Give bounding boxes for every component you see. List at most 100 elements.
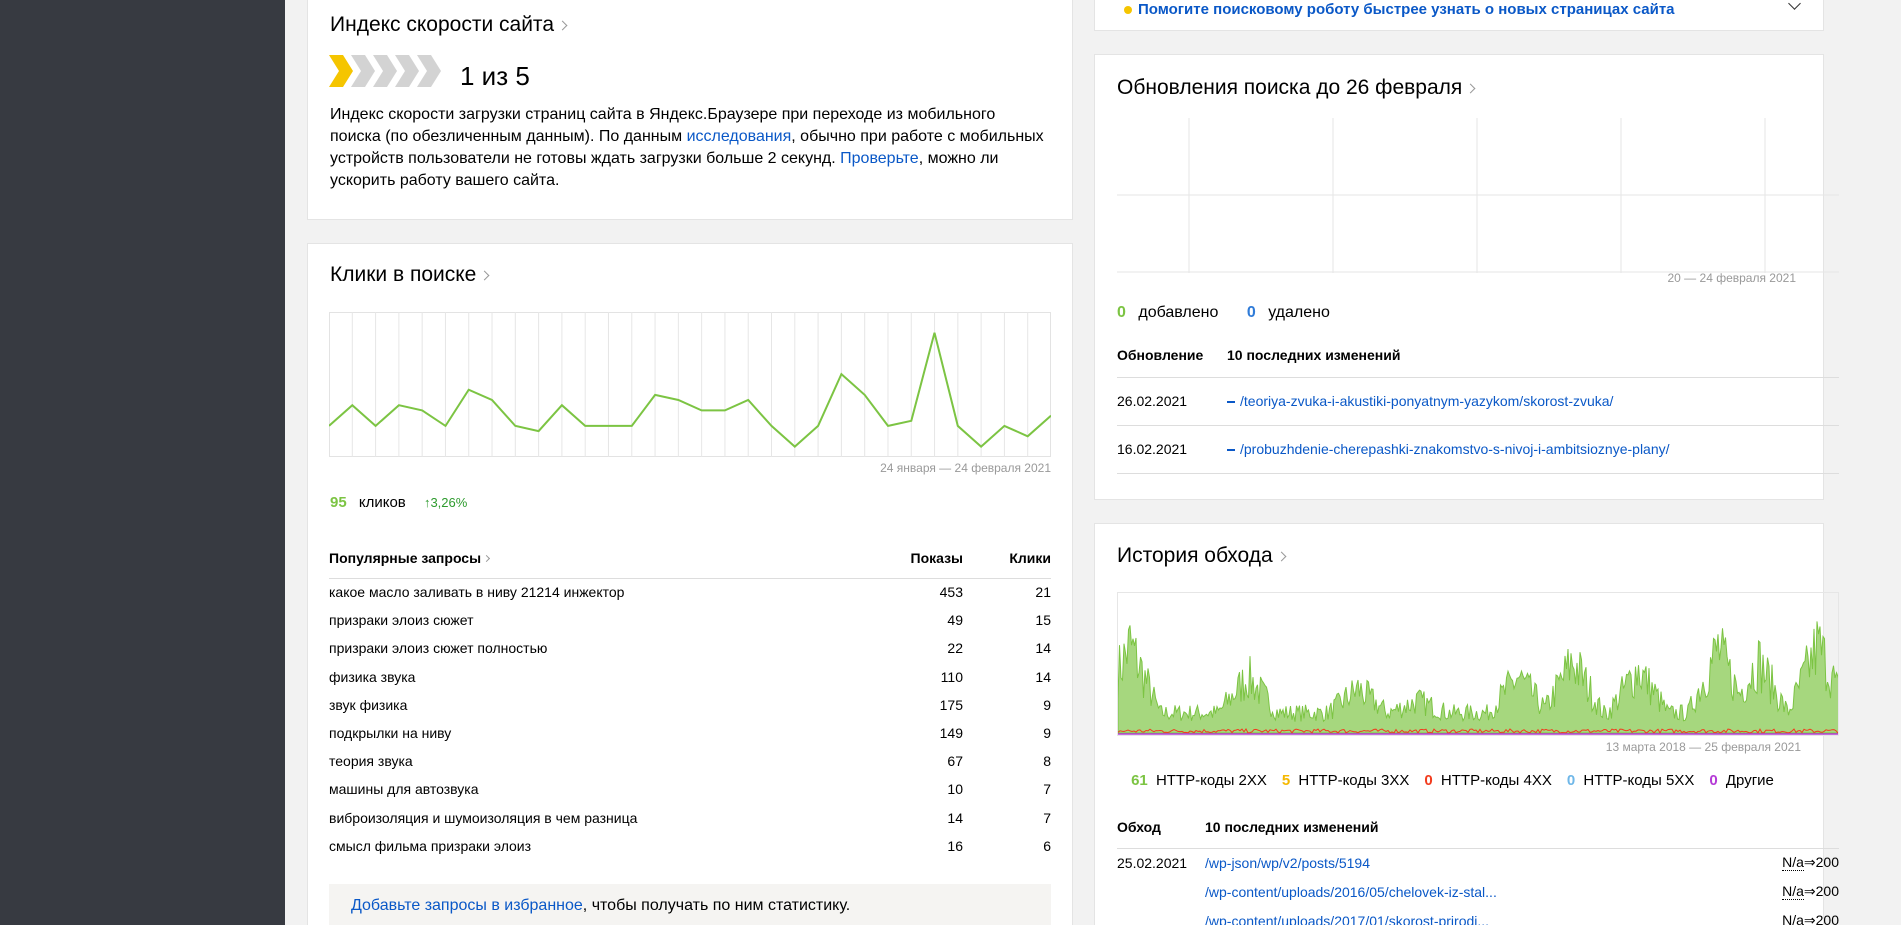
table-row[interactable]: смысл фильма призраки элоиз 16 6: [329, 832, 1051, 860]
speed-arrow-icon: [395, 55, 419, 87]
legend-label: Другие: [1725, 772, 1774, 789]
search-clicks-title[interactable]: Клики в поиске: [330, 263, 490, 287]
crawl-url-link[interactable]: /wp-content/uploads/2016/05/chelovek-iz-…: [1205, 884, 1497, 900]
query-shows: 110: [940, 668, 963, 685]
status-to: 200: [1815, 883, 1839, 899]
table-row[interactable]: какое масло заливать в ниву 21214 инжект…: [329, 578, 1051, 606]
legend-count: 61: [1131, 772, 1148, 789]
favorites-banner: Добавьте запросы в избранное, чтобы полу…: [329, 884, 1051, 925]
table-row[interactable]: виброизоляция и шумоизоляция в чем разни…: [329, 804, 1051, 832]
updates-period: 20 — 24 февраля 2021: [1667, 271, 1797, 285]
update-date-header: Обновление: [1117, 333, 1227, 378]
table-row[interactable]: призраки элоиз сюжет 49 15: [329, 606, 1051, 634]
update-url[interactable]: /teoriya-zvuka-i-akustiki-ponyatnym-yazy…: [1227, 377, 1839, 426]
query-shows: 14: [947, 809, 963, 826]
crawl-url-link[interactable]: /wp-content/uploads/2017/01/skorost-prir…: [1205, 913, 1489, 925]
clicks-change: ↑3,26%: [423, 495, 468, 510]
table-row: /wp-content/uploads/2016/05/chelovek-iz-…: [1117, 877, 1839, 906]
update-url-link[interactable]: /teoriya-zvuka-i-akustiki-ponyatnym-yazy…: [1240, 393, 1613, 409]
search-updates-title[interactable]: Обновления поиска до 26 февраля: [1117, 76, 1476, 100]
crawl-url[interactable]: /wp-content/uploads/2016/05/chelovek-iz-…: [1205, 877, 1736, 906]
chevron-right-icon: [1465, 83, 1476, 94]
query-clicks: 8: [1043, 753, 1051, 770]
crawl-history-title[interactable]: История обхода: [1117, 544, 1287, 568]
table-row: 25.02.2021/wp-json/wp/v2/posts/5194 N/a⇒2…: [1117, 848, 1839, 877]
query-clicks: 9: [1043, 725, 1051, 742]
add-favorites-link[interactable]: Добавьте запросы в избранное: [351, 897, 583, 914]
arrow-right-icon: ⇒: [1803, 883, 1816, 899]
crawl-history-card: История обхода 13 марта 2018 — 25 феврал…: [1094, 523, 1839, 925]
check-link[interactable]: Проверьте: [840, 150, 919, 167]
main-content: Индекс скорости сайта 1 из 5 Индекс скор…: [285, 0, 1901, 925]
legend-item[interactable]: 0 HTTP-коды 4XX: [1424, 772, 1551, 789]
chevron-down-icon[interactable]: [1788, 0, 1801, 10]
table-row[interactable]: призраки элоиз сюжет полностью 22 14: [329, 634, 1051, 662]
chevron-right-icon: [557, 20, 568, 31]
query-clicks: 7: [1043, 781, 1051, 798]
query-clicks: 14: [1035, 640, 1051, 657]
arrow-right-icon: ⇒: [1803, 912, 1816, 925]
query-shows: 49: [947, 612, 963, 629]
query-text: какое масло заливать в ниву 21214 инжект…: [329, 584, 625, 601]
left-sidebar: [0, 0, 285, 925]
table-row: 16.02.2021/probuzhdenie-cherepashki-znak…: [1117, 425, 1839, 474]
query-shows: 453: [939, 584, 963, 601]
legend-item[interactable]: 5 HTTP-коды 3XX: [1282, 772, 1409, 789]
query-clicks: 9: [1043, 696, 1051, 713]
table-row[interactable]: физика звука 110 14: [329, 663, 1051, 691]
speed-arrow-icon: [351, 55, 375, 87]
chevron-right-icon: [483, 554, 491, 562]
legend-label: HTTP-коды 3XX: [1298, 772, 1410, 789]
arrow-right-icon: ⇒: [1803, 854, 1816, 871]
table-row: /wp-content/uploads/2017/01/skorost-prir…: [1117, 906, 1839, 925]
query-clicks: 15: [1035, 612, 1051, 629]
popular-queries-header[interactable]: Популярные запросы: [329, 538, 853, 579]
speed-arrow-icon: [373, 55, 397, 87]
query-text: призраки элоиз сюжет: [329, 612, 474, 629]
update-url[interactable]: /probuzhdenie-cherepashki-znakomstvo-s-n…: [1227, 425, 1839, 474]
table-row[interactable]: подкрылки на ниву 149 9: [329, 719, 1051, 747]
legend-count: 0: [1566, 772, 1576, 789]
speed-index-title[interactable]: Индекс скорости сайта: [330, 13, 568, 37]
legend-item[interactable]: 0 HTTP-коды 5XX: [1567, 772, 1694, 789]
query-text: звук физика: [329, 696, 408, 713]
query-clicks: 21: [1035, 584, 1051, 601]
speed-rating-arrows: [329, 55, 441, 87]
legend-item[interactable]: 61 HTTP-коды 2XX: [1131, 772, 1267, 789]
query-text: физика звука: [329, 668, 416, 685]
speed-score: 1 из 5: [460, 61, 530, 91]
robot-notice-card: Помогите поисковому роботу быстрее узнат…: [1094, 0, 1824, 31]
legend-count: 0: [1424, 772, 1433, 789]
query-shows: 175: [939, 696, 963, 713]
crawl-date: 25.02.2021: [1117, 854, 1188, 871]
query-shows: 10: [947, 781, 963, 798]
research-link[interactable]: исследования: [687, 128, 792, 145]
table-row[interactable]: звук физика 175 9: [329, 691, 1051, 719]
chart-frame: [329, 312, 1051, 457]
legend-item[interactable]: 0 Другие: [1709, 772, 1774, 789]
removed-label: удалено: [1268, 304, 1330, 321]
table-header: Обновление 10 последних изменений: [1117, 333, 1839, 378]
status-from[interactable]: N/a: [1782, 883, 1804, 900]
update-date: 16.02.2021: [1117, 425, 1227, 474]
removed-dash-icon: [1227, 401, 1235, 404]
status-from[interactable]: N/a: [1782, 912, 1804, 925]
query-clicks: 6: [1043, 837, 1051, 854]
crawl-url[interactable]: /wp-json/wp/v2/posts/5194: [1205, 848, 1736, 877]
notice-text-row[interactable]: Помогите поисковому роботу быстрее узнат…: [1124, 1, 1675, 18]
status-to: 200: [1815, 854, 1839, 871]
status-from[interactable]: N/a: [1782, 854, 1804, 872]
table-row[interactable]: теория звука 67 8: [329, 747, 1051, 775]
crawl-url[interactable]: /wp-content/uploads/2017/01/skorost-prir…: [1205, 906, 1736, 925]
removed-dash-icon: [1227, 449, 1235, 452]
table-row[interactable]: машины для автозвука 10 7: [329, 775, 1051, 803]
crawl-date-header: Обход: [1117, 806, 1205, 849]
legend-count: 5: [1281, 772, 1291, 789]
notice-dot-icon: [1124, 6, 1132, 15]
popular-queries-table: Популярные запросы Показы Клики какое ма…: [329, 538, 1051, 860]
update-url-link[interactable]: /probuzhdenie-cherepashki-znakomstvo-s-n…: [1240, 441, 1670, 457]
query-text: смысл фильма призраки элоиз: [329, 837, 532, 854]
clicks-period: 24 января — 24 февраля 2021: [880, 461, 1051, 475]
chevron-right-icon: [479, 270, 490, 281]
crawl-url-link[interactable]: /wp-json/wp/v2/posts/5194: [1205, 855, 1370, 871]
